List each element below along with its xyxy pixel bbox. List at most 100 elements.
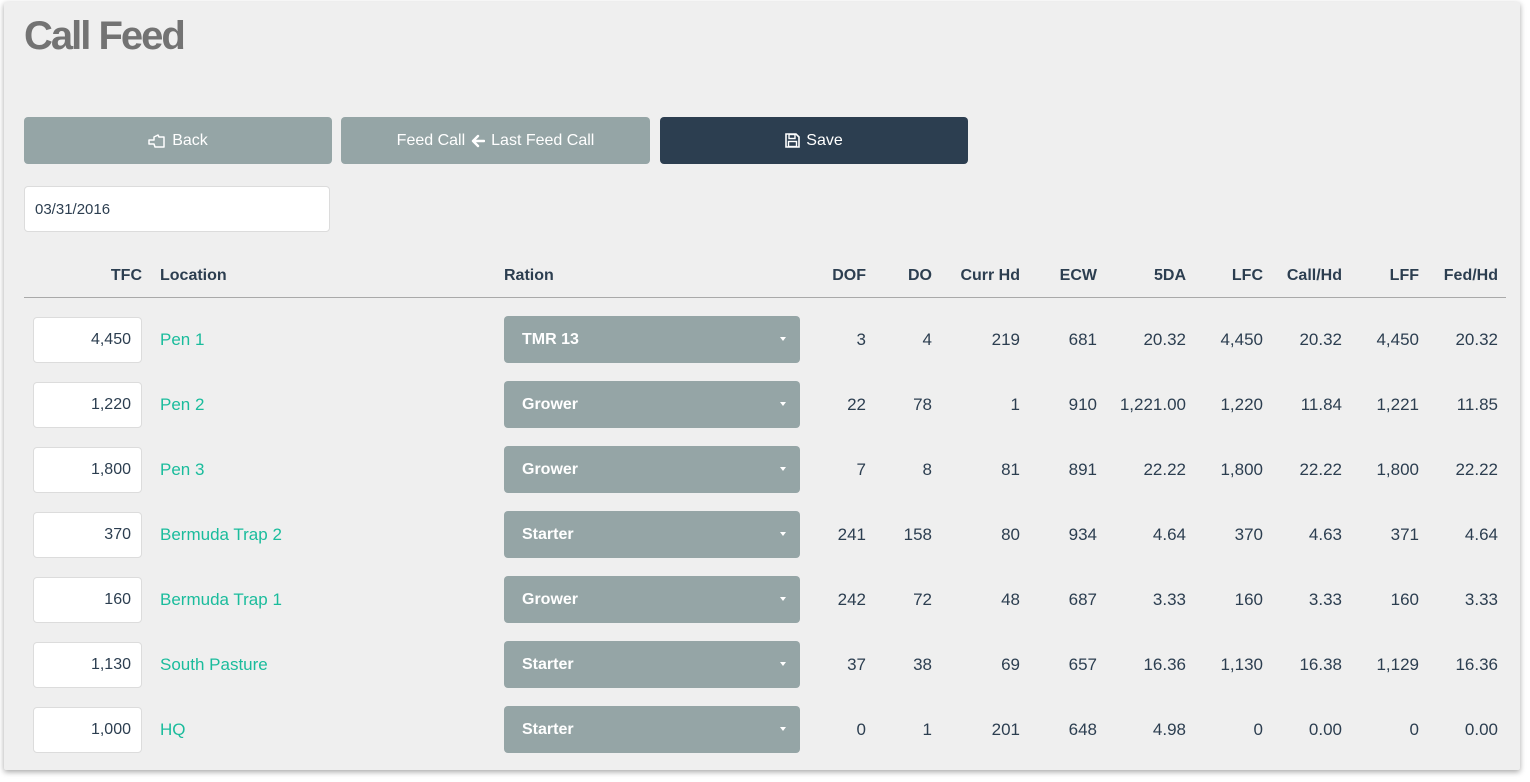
dof-cell: 0: [856, 720, 866, 739]
header-do: DO: [908, 267, 932, 284]
header-call-hd: Call/Hd: [1286, 267, 1342, 284]
dof-cell: 241: [837, 525, 866, 544]
dof-cell: 3: [856, 330, 866, 349]
lfc-cell: 1,800: [1220, 460, 1263, 479]
5da-cell: 22.22: [1143, 460, 1186, 479]
caret-down-icon: [780, 402, 786, 406]
curr-hd-cell: 81: [1001, 460, 1020, 479]
ecw-cell: 648: [1068, 720, 1097, 739]
lfc-cell: 160: [1234, 590, 1263, 609]
ration-select[interactable]: Starter: [504, 641, 800, 688]
curr-hd-cell: 201: [991, 720, 1020, 739]
do-cell: 158: [903, 525, 932, 544]
lff-cell: 4,450: [1376, 330, 1419, 349]
header-ecw: ECW: [1059, 267, 1097, 284]
ecw-cell: 657: [1068, 655, 1097, 674]
header-5da: 5DA: [1153, 267, 1186, 284]
call-hd-cell: 4.63: [1308, 525, 1342, 544]
ecw-cell: 910: [1068, 395, 1097, 414]
caret-down-icon: [780, 597, 786, 601]
dof-cell: 37: [847, 655, 866, 674]
caret-down-icon: [780, 727, 786, 731]
lff-cell: 1,221: [1376, 395, 1419, 414]
caret-down-icon: [780, 337, 786, 341]
back-button[interactable]: Back: [24, 117, 332, 164]
tfc-input[interactable]: [33, 642, 142, 688]
dof-cell: 22: [847, 395, 866, 414]
ecw-cell: 681: [1068, 330, 1097, 349]
location-link[interactable]: Bermuda Trap 2: [160, 525, 282, 545]
last-feed-call-button[interactable]: Feed Call Last Feed Call: [341, 117, 650, 164]
lff-cell: 371: [1390, 525, 1419, 544]
save-button[interactable]: Save: [660, 117, 968, 164]
back-button-label: Back: [172, 131, 208, 149]
5da-cell: 1,221.00: [1119, 395, 1186, 414]
do-cell: 4: [922, 330, 932, 349]
dof-cell: 7: [856, 460, 866, 479]
curr-hd-cell: 69: [1001, 655, 1020, 674]
ration-select[interactable]: Grower: [504, 576, 800, 623]
ration-select-value: TMR 13: [522, 330, 579, 348]
caret-down-icon: [780, 662, 786, 666]
tfc-input[interactable]: [33, 382, 142, 428]
hand-pointing-left-icon: [148, 133, 166, 149]
table-row: Pen 1 TMR 13 3 4 219 681 20.32 4,450 20.…: [4, 316, 1520, 365]
ration-select[interactable]: Grower: [504, 446, 800, 493]
call-hd-cell: 3.33: [1308, 590, 1342, 609]
curr-hd-cell: 48: [1001, 590, 1020, 609]
call-hd-cell: 0.00: [1308, 720, 1342, 739]
do-cell: 72: [913, 590, 932, 609]
arrow-left-icon: [471, 134, 486, 148]
ration-select[interactable]: Grower: [504, 381, 800, 428]
floppy-disk-icon: [785, 133, 801, 148]
ration-select-value: Starter: [522, 525, 574, 543]
location-link[interactable]: Bermuda Trap 1: [160, 590, 282, 610]
fed-hd-cell: 4.64: [1464, 525, 1498, 544]
tfc-input[interactable]: [33, 512, 142, 558]
header-ration: Ration: [504, 267, 554, 284]
ecw-cell: 687: [1068, 590, 1097, 609]
ration-select-value: Starter: [522, 720, 574, 738]
caret-down-icon: [780, 467, 786, 471]
fed-hd-cell: 22.22: [1455, 460, 1498, 479]
ration-select-value: Grower: [522, 460, 579, 478]
header-lfc: LFC: [1231, 267, 1263, 284]
do-cell: 38: [913, 655, 932, 674]
call-hd-cell: 16.38: [1299, 655, 1342, 674]
header-curr-hd: Curr Hd: [960, 267, 1020, 284]
fed-hd-cell: 0.00: [1464, 720, 1498, 739]
table-row: South Pasture Starter 37 38 69 657 16.36…: [4, 641, 1520, 690]
tfc-input[interactable]: [33, 447, 142, 493]
tfc-input[interactable]: [33, 577, 142, 623]
header-lff: LFF: [1389, 267, 1419, 284]
ration-select[interactable]: TMR 13: [504, 316, 800, 363]
tfc-input[interactable]: [33, 317, 142, 363]
location-link[interactable]: South Pasture: [160, 655, 268, 675]
header-location: Location: [160, 267, 227, 284]
location-link[interactable]: Pen 1: [160, 330, 204, 350]
location-link[interactable]: Pen 2: [160, 395, 204, 415]
lff-cell: 0: [1409, 720, 1419, 739]
date-input[interactable]: [24, 186, 330, 232]
location-link[interactable]: Pen 3: [160, 460, 204, 480]
table-row: HQ Starter 0 1 201 648 4.98 0 0.00 0 0.0…: [4, 706, 1520, 755]
curr-hd-cell: 1: [1010, 395, 1020, 414]
call-feed-panel: Call Feed Back Feed Call Last Feed Call …: [4, 2, 1520, 770]
caret-down-icon: [780, 532, 786, 536]
5da-cell: 4.64: [1152, 525, 1186, 544]
table-row: Bermuda Trap 2 Starter 241 158 80 934 4.…: [4, 511, 1520, 560]
header-dof: DOF: [832, 267, 866, 284]
lfc-cell: 0: [1253, 720, 1263, 739]
ration-select[interactable]: Starter: [504, 706, 800, 753]
ecw-cell: 891: [1068, 460, 1097, 479]
ration-select[interactable]: Starter: [504, 511, 800, 558]
5da-cell: 4.98: [1152, 720, 1186, 739]
5da-cell: 3.33: [1152, 590, 1186, 609]
header-tfc: TFC: [110, 267, 142, 284]
table-row: Pen 2 Grower 22 78 1 910 1,221.00 1,220 …: [4, 381, 1520, 430]
lff-cell: 1,800: [1376, 460, 1419, 479]
tfc-input[interactable]: [33, 707, 142, 753]
call-hd-cell: 20.32: [1299, 330, 1342, 349]
location-link[interactable]: HQ: [160, 720, 186, 740]
lfc-cell: 370: [1234, 525, 1263, 544]
